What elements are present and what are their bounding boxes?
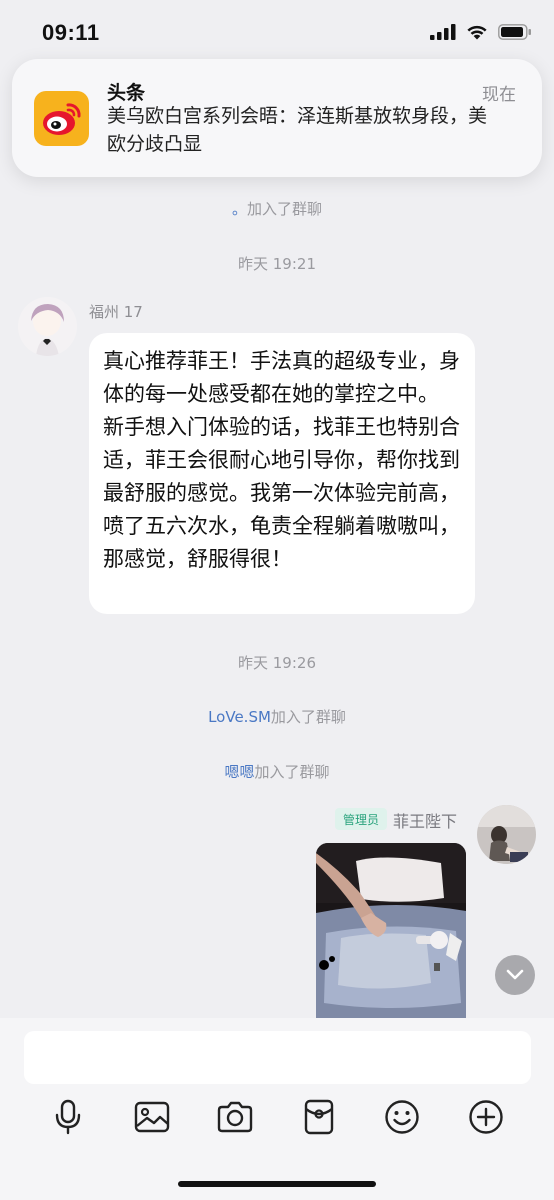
message-bubble[interactable]: 真心推荐菲王！手法真的超级专业，身体的每一处感受都在她的掌控之中。 新手想入门体… bbox=[89, 333, 475, 614]
status-time: 09:11 bbox=[42, 20, 100, 45]
microphone-icon[interactable] bbox=[48, 1097, 88, 1137]
join-notice: LoVe.SM加入了群聊 bbox=[0, 706, 554, 727]
join-notice: 嗯嗯加入了群聊 bbox=[0, 761, 554, 782]
admin-badge: 管理员 bbox=[335, 808, 387, 830]
notification-title: 头条 bbox=[107, 82, 146, 104]
avatar[interactable] bbox=[18, 297, 77, 356]
weibo-icon bbox=[34, 91, 89, 146]
avatar[interactable] bbox=[477, 805, 536, 864]
red-packet-icon[interactable] bbox=[299, 1097, 339, 1137]
member-name-link[interactable]: 嗯嗯 bbox=[224, 763, 254, 781]
status-bar: 09:11 bbox=[0, 0, 554, 60]
plus-icon[interactable] bbox=[466, 1097, 506, 1137]
message-timestamp: 昨天 19:26 bbox=[238, 654, 316, 672]
sender-name: 福州 17 bbox=[89, 303, 143, 321]
chevron-down-icon bbox=[506, 969, 524, 980]
scroll-to-bottom-button[interactable] bbox=[495, 955, 535, 995]
camera-icon[interactable] bbox=[215, 1097, 255, 1137]
chat-image[interactable] bbox=[316, 843, 466, 1023]
emoji-icon[interactable] bbox=[382, 1097, 422, 1137]
home-indicator[interactable] bbox=[178, 1181, 376, 1187]
notification-body: 美乌欧白宫系列会晤：泽连斯基放软身段，美欧分歧凸显 bbox=[107, 105, 488, 155]
join-notice-text: 加入了群聊 bbox=[270, 708, 346, 726]
join-notice: 。加入了群聊 bbox=[0, 198, 554, 219]
status-icons bbox=[430, 24, 532, 40]
image-icon[interactable] bbox=[132, 1097, 172, 1137]
notification-time: 现在 bbox=[482, 85, 516, 105]
wifi-icon bbox=[467, 25, 487, 40]
message-timestamp: 昨天 19:21 bbox=[238, 255, 316, 273]
message-input[interactable] bbox=[24, 1031, 531, 1084]
member-name-link[interactable]: LoVe.SM bbox=[208, 708, 271, 726]
battery-icon bbox=[498, 24, 531, 40]
join-notice-text: 加入了群聊 bbox=[247, 200, 323, 218]
join-notice-text: 加入了群聊 bbox=[254, 763, 330, 781]
message-text: 真心推荐菲王！手法真的超级专业，身体的每一处感受都在她的掌控之中。 新手想入门体… bbox=[103, 349, 460, 571]
cellular-signal-icon bbox=[430, 24, 456, 40]
sender-name: 菲王陛下 bbox=[393, 812, 458, 831]
member-name-link[interactable]: 。 bbox=[232, 200, 247, 218]
